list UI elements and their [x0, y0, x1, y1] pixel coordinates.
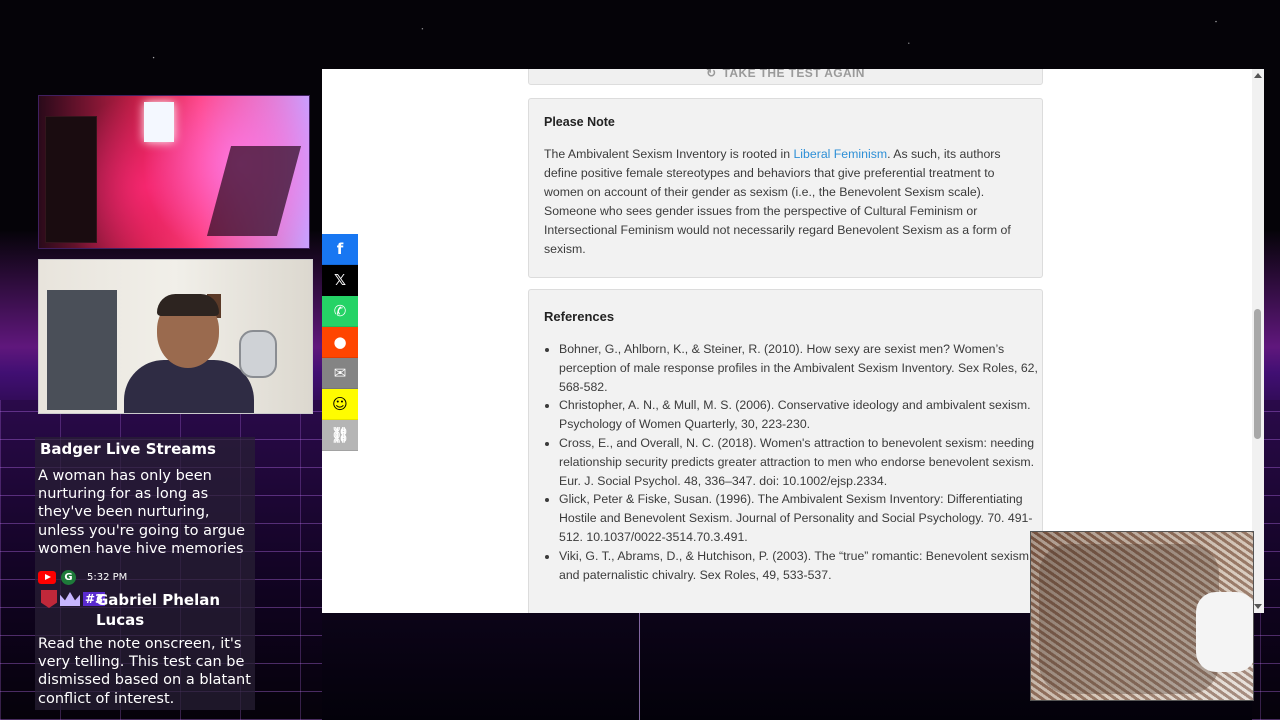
streamer-body: [124, 360, 254, 413]
whatsapp-icon: ✆: [333, 302, 347, 320]
social-share-bar: f 𝕏 ✆ ● ✉ ☺ ⛓: [322, 234, 358, 451]
room-webcam: [38, 95, 310, 249]
scrollbar-thumb[interactable]: [1254, 309, 1261, 439]
monitor-light: [144, 102, 174, 142]
streamer-hair: [157, 294, 219, 316]
reference-item: Christopher, A. N., & Mull, M. S. (2006)…: [559, 396, 1049, 434]
reddit-icon: ●: [333, 333, 347, 351]
chat-message: Read the note onscreen, it's very tellin…: [38, 636, 251, 707]
liberal-feminism-link[interactable]: Liberal Feminism: [793, 147, 887, 161]
x-share-button[interactable]: 𝕏: [322, 265, 358, 296]
chat-message: A woman has only been nurturing for as l…: [38, 468, 246, 557]
streamer-webcam: [38, 259, 313, 414]
link-icon: ⛓: [330, 426, 350, 444]
horizon-line: [639, 613, 640, 720]
pet-webcam: [1030, 531, 1254, 701]
please-note-card: Please Note The Ambivalent Sexism Invent…: [528, 98, 1043, 278]
snapchat-icon: ☺: [332, 395, 348, 413]
reference-item: Cross, E., and Overall, N. C. (2018). Wo…: [559, 434, 1049, 490]
reference-item: Viki, G. T., Abrams, D., & Hutchison, P.…: [559, 547, 1049, 585]
please-note-text: The Ambivalent Sexism Inventory is roote…: [544, 145, 1024, 258]
chat-author: Badger Live Streams: [40, 440, 216, 458]
figure-shelf: [47, 290, 117, 410]
crown-badge-icon: [60, 592, 80, 606]
reference-item: Glick, Peter & Fiske, Susan. (1996). The…: [559, 490, 1049, 546]
white-cloth: [1196, 592, 1253, 672]
facebook-share-button[interactable]: f: [322, 234, 358, 265]
platform-badge: G: [61, 569, 76, 585]
chat-meta: G 5:32 PM: [38, 569, 127, 585]
chat-timestamp: 5:32 PM: [87, 571, 128, 583]
take-test-again-button[interactable]: ↻ TAKE THE TEST AGAIN: [528, 69, 1043, 85]
bookshelf: [45, 116, 97, 243]
take-test-again-label: TAKE THE TEST AGAIN: [722, 69, 865, 80]
refresh-icon: ↻: [706, 69, 717, 80]
reddit-share-button[interactable]: ●: [322, 327, 358, 358]
whatsapp-share-button[interactable]: ✆: [322, 296, 358, 327]
chair-silhouette: [206, 146, 302, 236]
email-icon: ✉: [333, 364, 347, 382]
copy-link-button[interactable]: ⛓: [322, 420, 358, 451]
email-share-button[interactable]: ✉: [322, 358, 358, 389]
reference-item: Bohner, G., Ahlborn, K., & Steiner, R. (…: [559, 340, 1049, 396]
note-text-end: . As such, its authors define positive f…: [544, 147, 1011, 256]
chat-author: Gabriel Phelan Lucas: [96, 591, 221, 629]
x-icon: 𝕏: [333, 271, 347, 289]
scroll-up-arrow-icon[interactable]: [1254, 73, 1262, 78]
scroll-down-arrow-icon[interactable]: [1254, 604, 1262, 609]
youtube-icon: [38, 570, 56, 584]
shield-badge-icon: [41, 590, 57, 608]
microphone: [239, 330, 277, 378]
pet-bed: [1039, 544, 1219, 694]
facebook-icon: f: [336, 240, 344, 258]
snapchat-share-button[interactable]: ☺: [322, 389, 358, 420]
references-list: Bohner, G., Ahlborn, K., & Steiner, R. (…: [544, 340, 1049, 584]
note-text-start: The Ambivalent Sexism Inventory is roote…: [544, 147, 794, 161]
please-note-title: Please Note: [544, 115, 615, 129]
references-card: References Bohner, G., Ahlborn, K., & St…: [528, 289, 1043, 613]
references-title: References: [544, 309, 615, 324]
